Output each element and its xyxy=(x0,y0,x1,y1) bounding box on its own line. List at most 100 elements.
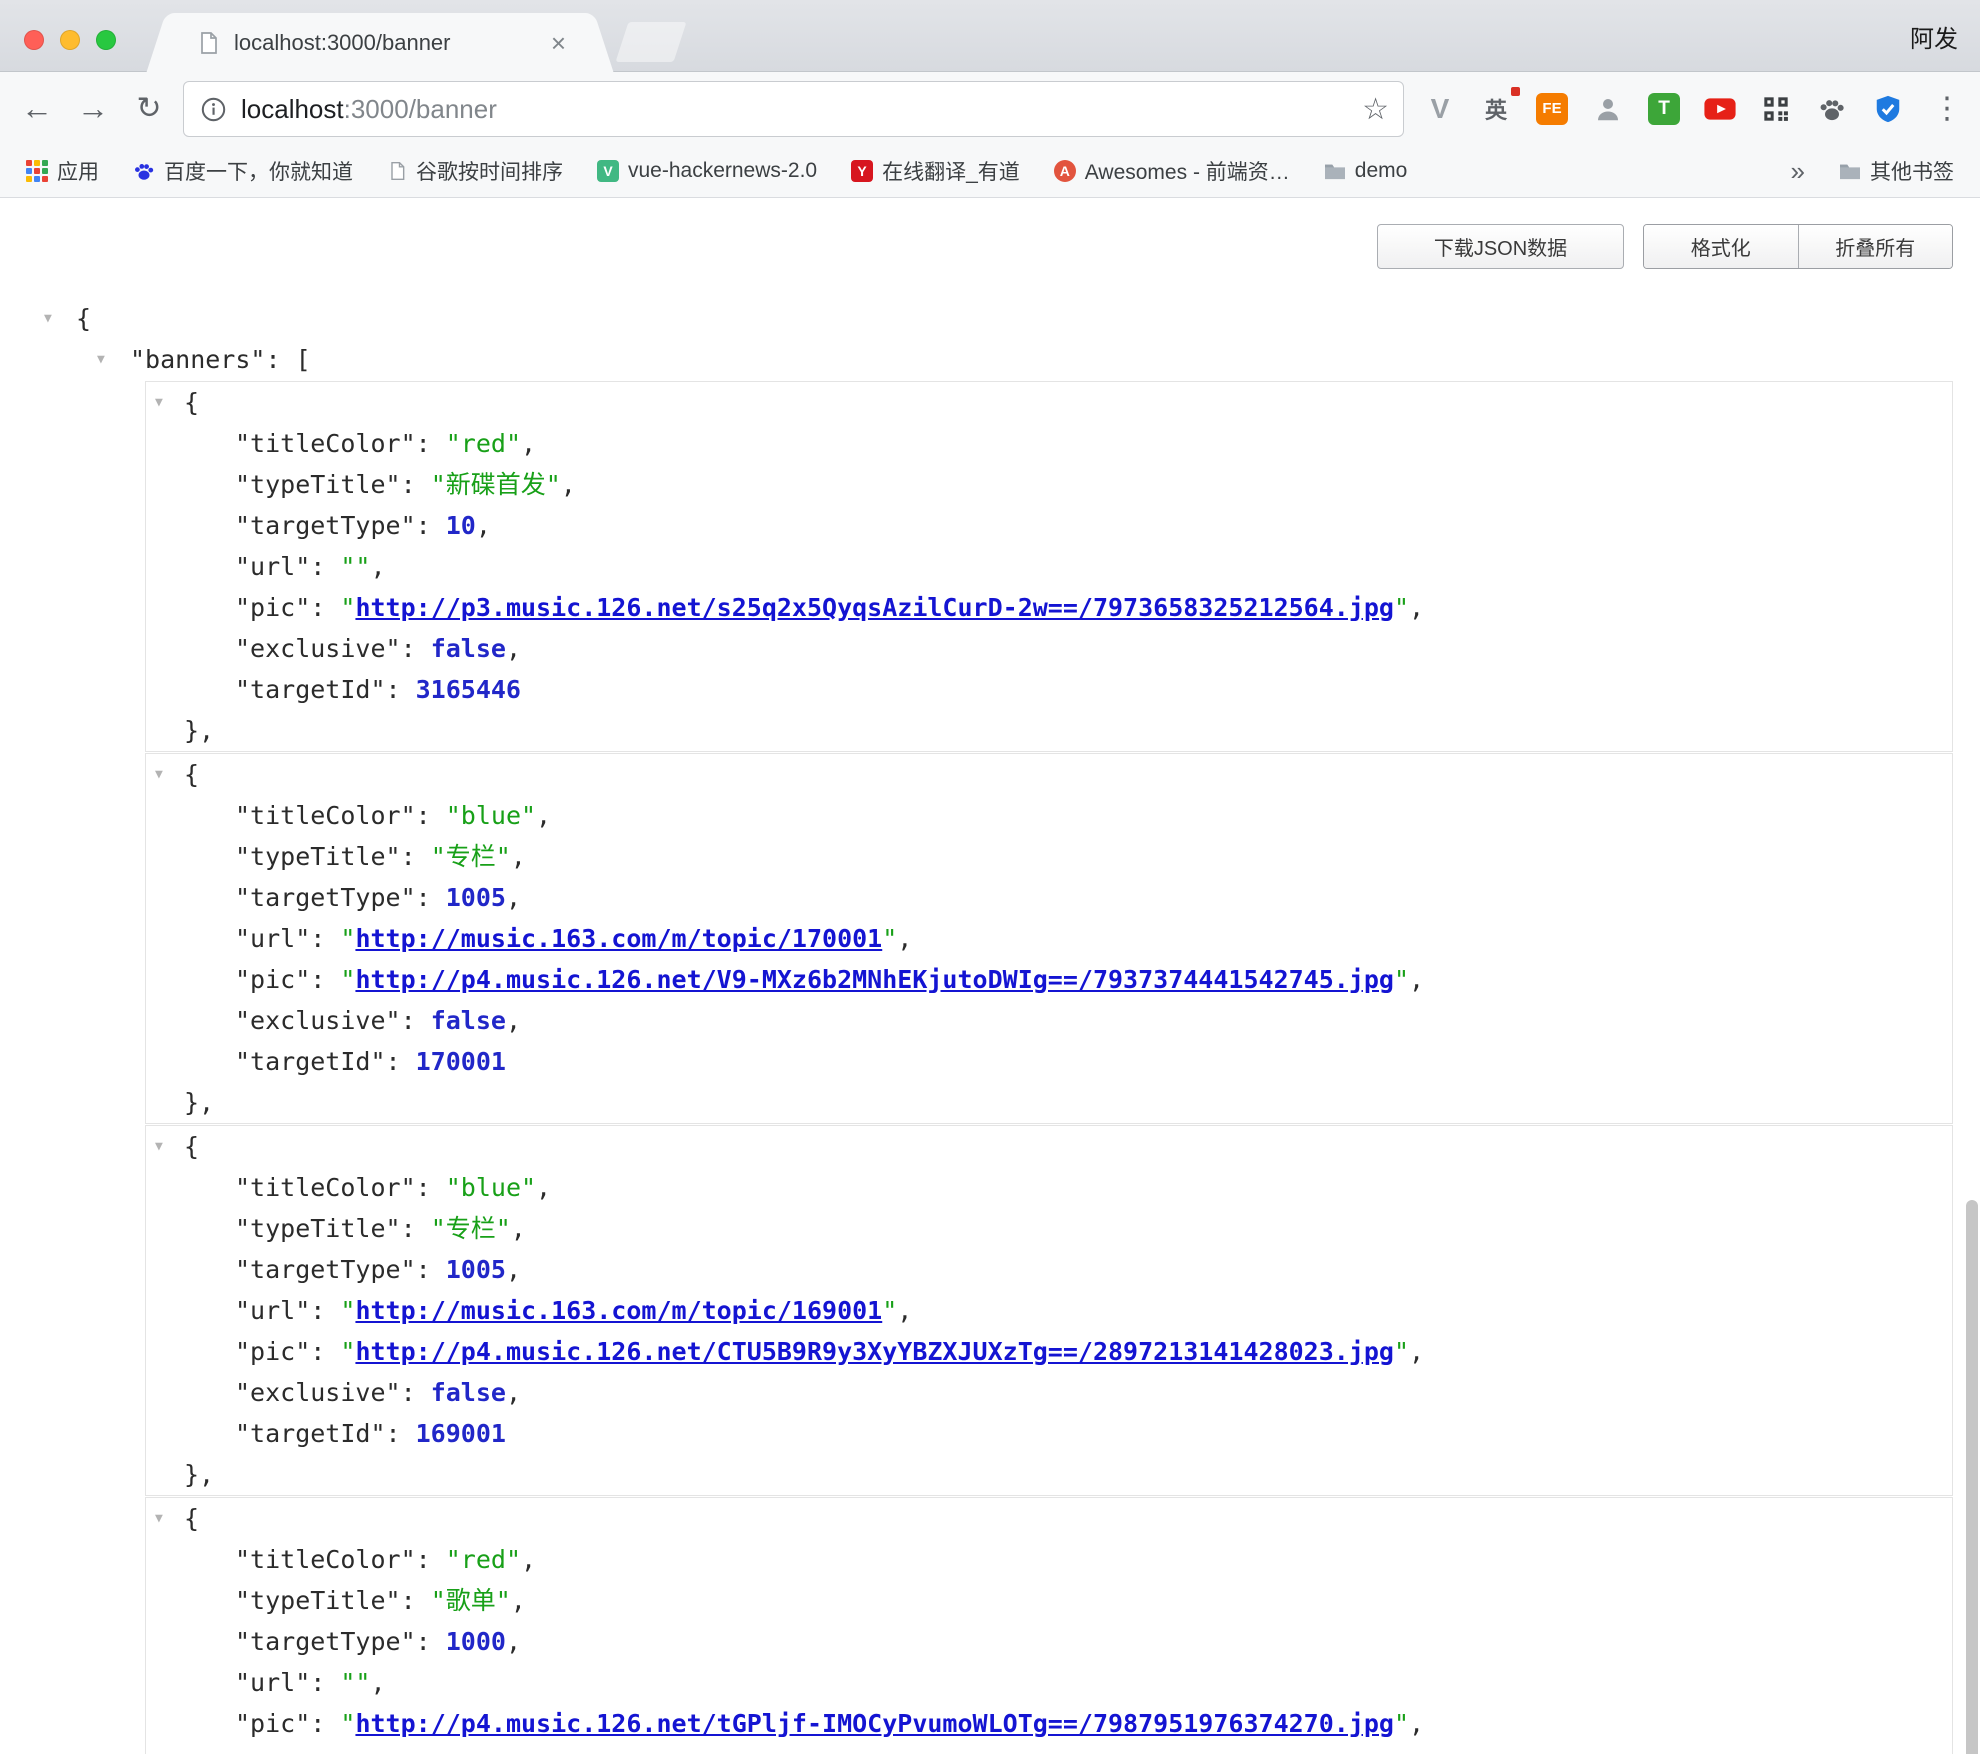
other-bookmarks-folder[interactable]: 其他书签 xyxy=(1839,156,1954,186)
qr-code-extension-icon[interactable] xyxy=(1758,91,1794,127)
json-token: , xyxy=(506,1006,521,1035)
json-token: : xyxy=(310,1337,340,1366)
json-token: " xyxy=(340,924,355,953)
silhouette-extension-icon[interactable] xyxy=(1590,91,1626,127)
json-link[interactable]: http://p4.music.126.net/tGPljf-IMOCyPvum… xyxy=(355,1709,1394,1738)
collapse-all-button[interactable]: 折叠所有 xyxy=(1798,225,1953,268)
back-button[interactable]: ← xyxy=(14,72,60,145)
json-token: " xyxy=(1394,593,1409,622)
json-token: false xyxy=(431,1006,506,1035)
tampermonkey-extension-icon[interactable]: T xyxy=(1646,91,1682,127)
new-tab-button[interactable] xyxy=(616,22,687,62)
apps-grid-icon xyxy=(26,160,48,182)
page-info-icon[interactable] xyxy=(200,96,227,123)
json-token: , xyxy=(506,883,521,912)
json-token: "url" xyxy=(235,924,310,953)
json-token: "typeTitle" xyxy=(235,470,401,499)
json-token: 170001 xyxy=(416,1047,506,1076)
bookmark-folder-demo[interactable]: demo xyxy=(1324,159,1408,183)
json-line: "targetId": 169001 xyxy=(146,1413,1952,1454)
json-token: , xyxy=(1409,1337,1424,1366)
address-bar[interactable]: localhost:3000/banner ☆ xyxy=(183,81,1404,137)
json-token: "exclusive" xyxy=(235,1378,401,1407)
json-link[interactable]: http://music.163.com/m/topic/169001 xyxy=(355,1296,882,1325)
json-line: "targetType": 1005, xyxy=(146,877,1952,918)
download-json-button[interactable]: 下载JSON数据 xyxy=(1377,224,1624,269)
bookmark-vue-hackernews[interactable]: V vue-hackernews-2.0 xyxy=(597,159,817,183)
json-link[interactable]: http://p4.music.126.net/V9-MXz6b2MNhEKju… xyxy=(355,965,1394,994)
browser-menu-icon[interactable]: ⋮ xyxy=(1926,91,1968,126)
bookmark-baidu[interactable]: 百度一下，你就知道 xyxy=(133,156,353,186)
json-token: , xyxy=(506,1378,521,1407)
bookmark-google-sort[interactable]: 谷歌按时间排序 xyxy=(387,156,563,186)
json-token: "titleColor" xyxy=(235,429,416,458)
collapse-toggle-icon[interactable]: ▼ xyxy=(155,1498,163,1539)
json-token: " xyxy=(340,1337,355,1366)
bookmark-youdao-translate[interactable]: Y 在线翻译_有道 xyxy=(851,156,1020,186)
json-token: : xyxy=(401,1006,431,1035)
folder-icon xyxy=(1324,161,1346,181)
json-token: , xyxy=(536,801,551,830)
json-token: : xyxy=(310,965,340,994)
collapse-toggle-icon[interactable]: ▼ xyxy=(155,754,163,795)
bookmark-awesomes[interactable]: A Awesomes - 前端资… xyxy=(1054,156,1290,186)
collapse-toggle-icon[interactable]: ▼ xyxy=(155,382,163,423)
json-token: , xyxy=(521,429,536,458)
paw-extension-icon[interactable] xyxy=(1814,91,1850,127)
json-link[interactable]: http://p3.music.126.net/s25q2x5QyqsAzilC… xyxy=(355,593,1394,622)
tab-close-icon[interactable]: × xyxy=(549,30,568,56)
json-line: "url": "", xyxy=(146,546,1952,587)
json-link[interactable]: http://p4.music.126.net/CTU5B9R9y3XyYBZX… xyxy=(355,1337,1394,1366)
json-token: "targetType" xyxy=(235,1627,416,1656)
translate-extension-icon[interactable]: 英 xyxy=(1478,91,1514,127)
bookmark-star-icon[interactable]: ☆ xyxy=(1362,92,1389,127)
bookmark-apps[interactable]: 应用 xyxy=(26,156,99,186)
json-token: : xyxy=(416,1173,446,1202)
youtube-extension-icon[interactable] xyxy=(1702,91,1738,127)
fe-extension-icon[interactable]: FE xyxy=(1534,91,1570,127)
json-token: " xyxy=(882,924,897,953)
json-token: : xyxy=(310,1709,340,1738)
shield-extension-icon[interactable] xyxy=(1870,91,1906,127)
json-line: "typeTitle": "专栏", xyxy=(146,1208,1952,1249)
json-token: : xyxy=(416,429,446,458)
json-line: "pic": "http://p3.music.126.net/s25q2x5Q… xyxy=(146,587,1952,628)
json-token: { xyxy=(184,388,199,417)
json-token: }, xyxy=(184,1088,214,1117)
extensions-row: V 英 FE T ⋮ xyxy=(1422,72,1968,145)
collapse-toggle-icon[interactable]: ▼ xyxy=(97,339,105,380)
forward-button[interactable]: → xyxy=(70,72,116,145)
json-line: "url": "http://music.163.com/m/topic/169… xyxy=(146,1290,1952,1331)
json-token: : xyxy=(386,675,416,704)
json-token: , xyxy=(506,634,521,663)
minimize-window-button[interactable] xyxy=(60,30,80,50)
bookmark-label: 百度一下，你就知道 xyxy=(164,156,353,186)
format-button[interactable]: 格式化 xyxy=(1644,225,1798,268)
v-extension-icon[interactable]: V xyxy=(1422,91,1458,127)
bookmark-label: 在线翻译_有道 xyxy=(882,156,1020,186)
json-link[interactable]: http://music.163.com/m/topic/170001 xyxy=(355,924,882,953)
translate-glyph: 英 xyxy=(1485,93,1507,125)
json-token: : xyxy=(416,1545,446,1574)
json-token: : xyxy=(310,593,340,622)
json-token: "专栏" xyxy=(431,842,511,871)
reload-button[interactable]: ↻ xyxy=(126,72,172,145)
collapse-toggle-icon[interactable]: ▼ xyxy=(155,1126,163,1167)
json-token: , xyxy=(370,1668,385,1697)
browser-tab[interactable]: localhost:3000/banner × xyxy=(170,13,590,73)
json-token: "" xyxy=(340,1668,370,1697)
json-line: "pic": "http://p4.music.126.net/V9-MXz6b… xyxy=(146,959,1952,1000)
zoom-window-button[interactable] xyxy=(96,30,116,50)
collapse-toggle-icon[interactable]: ▼ xyxy=(44,298,52,339)
json-line: "exclusive": false, xyxy=(146,628,1952,669)
json-token: : xyxy=(401,634,431,663)
json-token: "新碟首发" xyxy=(431,470,561,499)
json-token: : xyxy=(310,924,340,953)
profile-name[interactable]: 阿发 xyxy=(1910,0,1958,72)
fe-badge: FE xyxy=(1536,93,1568,125)
json-token: " xyxy=(1394,1709,1409,1738)
vertical-scrollbar[interactable] xyxy=(1966,1200,1978,1754)
close-window-button[interactable] xyxy=(24,30,44,50)
bookmarks-overflow-icon[interactable]: » xyxy=(1791,156,1805,187)
json-token: , xyxy=(1409,965,1424,994)
